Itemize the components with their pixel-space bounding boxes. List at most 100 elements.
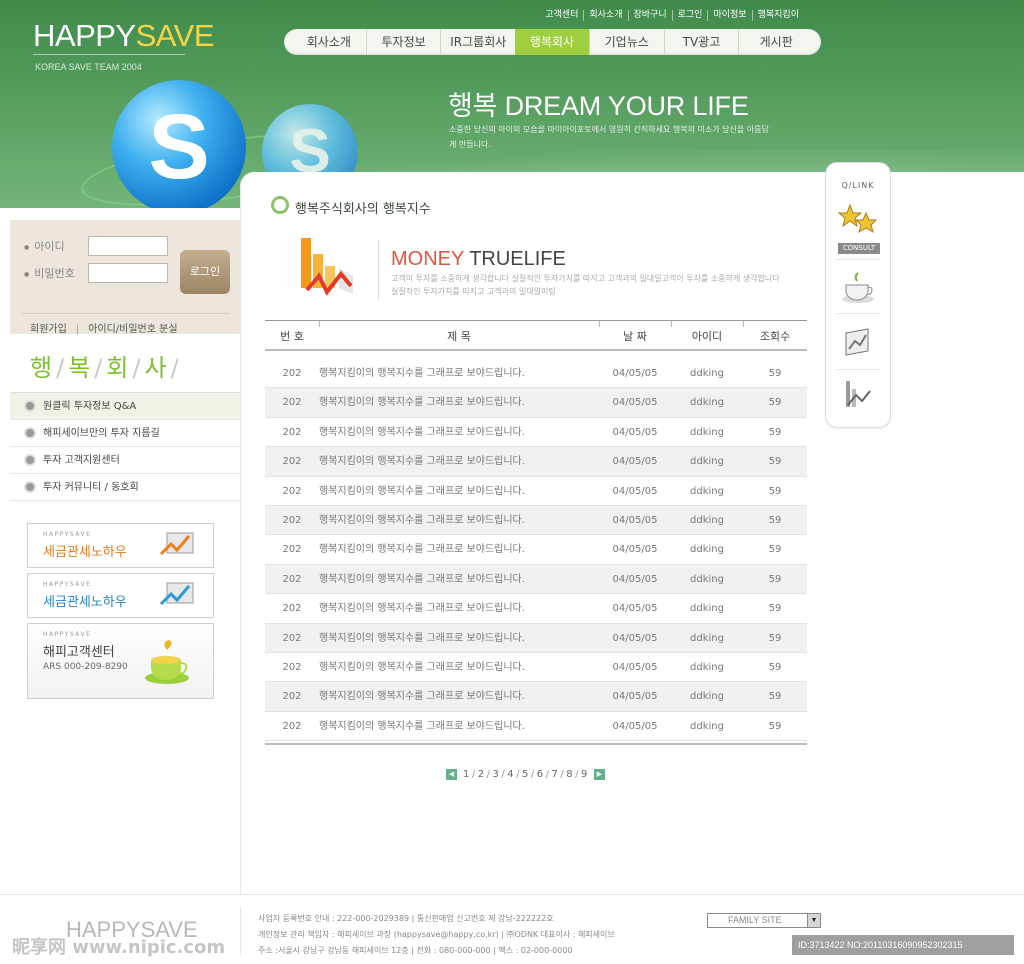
cell-date: 04/05/05 [612, 632, 658, 644]
money-description: 고객이 투자를 소중하게 생각합니다 실질적인 투자가치를 따지고 고객과의 일… [391, 274, 780, 296]
signup-link[interactable]: 회원가입 [30, 324, 67, 335]
cell-views: 59 [768, 720, 782, 732]
side-item-qna[interactable]: 원클릭 투자정보 Q&A [10, 393, 240, 420]
cell-title[interactable]: 행복지킴이의 행복지수를 그래프로 보야드립니다. [319, 565, 599, 593]
logo[interactable]: HAPPYSAVE [33, 18, 215, 54]
cell-views: 59 [768, 397, 782, 409]
table-row[interactable]: 202 행복지킴이의 행복지수를 그래프로 보야드립니다. 04/05/05 ddki… [265, 418, 807, 448]
cell-title[interactable]: 행복지킴이의 행복지수를 그래프로 보야드립니다. [319, 712, 599, 740]
table-row[interactable]: 202 행복지킴이의 행복지수를 그래프로 보야드립니다. 04/05/05 ddki… [265, 682, 807, 712]
cell-number: 202 [282, 632, 302, 644]
cell-title[interactable]: 행복지킴이의 행복지수를 그래프로 보야드립니다. [319, 506, 599, 534]
prev-page-icon[interactable]: ◀ [446, 769, 457, 780]
cell-title[interactable]: 행복지킴이의 행복지수를 그래프로 보야드립니다. [319, 682, 599, 710]
chevron-down-icon[interactable]: ▼ [807, 914, 820, 927]
side-menu: 원클릭 투자정보 Q&A 해피세이브만의 투자 지름길 투자 고객지원센터 투자… [10, 392, 240, 501]
find-account-link[interactable]: 아이디/비밀번호 분실 [67, 324, 178, 335]
col-id: 아이디 [671, 321, 743, 349]
top-link-guardian[interactable]: 행복지킴이 [751, 10, 804, 21]
table-row[interactable]: 202 행복지킴이의 행복지수를 그래프로 보야드립니다. 04/05/05 ddki… [265, 535, 807, 565]
cell-title[interactable]: 행복지킴이의 행복지수를 그래프로 보야드립니다. [319, 594, 599, 622]
banner-tax-orange[interactable]: HAPPYSAVE 세금관세노하우 [27, 523, 214, 568]
cell-title[interactable]: 행복지킴이의 행복지수를 그래프로 보야드립니다. [319, 359, 599, 387]
table-row[interactable]: 202 행복지킴이의 행복지수를 그래프로 보야드립니다. 04/05/05 ddki… [265, 359, 807, 389]
password-input[interactable] [88, 263, 168, 283]
page-number[interactable]: 8 [558, 769, 573, 780]
cell-date: 04/05/05 [612, 573, 658, 585]
nav-board[interactable]: 게시판 [738, 29, 813, 55]
cell-number: 202 [282, 426, 302, 438]
page-number[interactable]: 5 [514, 769, 529, 780]
cell-date: 04/05/05 [612, 368, 658, 379]
password-label: 비밀번호 [24, 265, 74, 281]
top-link-login[interactable]: 로그인 [671, 10, 708, 21]
banner-tax-blue[interactable]: HAPPYSAVE 세금관세노하우 [27, 573, 214, 618]
top-link-my-info[interactable]: 마이정보 [707, 10, 751, 21]
logo-underline [33, 54, 185, 55]
next-page-icon[interactable]: ▶ [593, 769, 605, 780]
side-item-shortcut[interactable]: 해피세이브만의 투자 지름길 [10, 420, 240, 447]
top-link-cart[interactable]: 장바구니 [627, 10, 672, 21]
cell-id: ddking [690, 544, 724, 556]
s-ball-icon: S [112, 80, 246, 208]
id-input[interactable] [88, 236, 168, 256]
page-number[interactable]: 3 [485, 769, 500, 780]
page-number[interactable]: 7 [544, 769, 559, 780]
nav-ir-group[interactable]: IR그룹회사 [440, 29, 515, 55]
table-row[interactable]: 202 행복지킴이의 행복지수를 그래프로 보야드립니다. 04/05/05 ddki… [265, 477, 807, 506]
consult-label[interactable]: CONSULT [838, 243, 880, 254]
cell-date: 04/05/05 [612, 456, 658, 468]
slogan: 행복 DREAM YOUR LIFE [448, 91, 749, 121]
cell-title[interactable]: 행복지킴이의 행복지수를 그래프로 보야드립니다. [319, 624, 599, 652]
nav-happy-company[interactable]: 행복회사 [515, 29, 589, 55]
table-row[interactable]: 202 행복지킴이의 행복지수를 그래프로 보야드립니다. 04/05/05 ddki… [265, 712, 807, 742]
divider [378, 240, 379, 300]
table-row[interactable]: 202 행복지킴이의 행복지수를 그래프로 보야드립니다. 04/05/05 ddki… [265, 594, 807, 624]
monitor-chart-icon[interactable] [838, 323, 878, 363]
cell-title[interactable]: 행복지킴이의 행복지수를 그래프로 보야드립니다. [319, 388, 599, 416]
table-row[interactable]: 202 행복지킴이의 행복지수를 그래프로 보야드립니다. 04/05/05 ddki… [265, 505, 807, 536]
banner-brand: HAPPYSAVE [43, 581, 92, 588]
stars-icon[interactable] [838, 201, 878, 241]
banner-customer-center[interactable]: HAPPYSAVE 해피고객센터 ARS 000-209-8290 [27, 623, 214, 699]
page-number[interactable]: 6 [529, 769, 544, 780]
nav-company[interactable]: 회사소개 [292, 29, 366, 55]
nav-investment[interactable]: 투자정보 [365, 29, 441, 55]
main-navigation: 회사소개 투자정보 IR그룹회사 행복회사 기업뉴스 TV광고 게시판 [284, 29, 821, 55]
table-row[interactable]: 202 행복지킴이의 행복지수를 그래프로 보야드립니다. 04/05/05 ddki… [265, 447, 807, 477]
cell-date: 04/05/05 [612, 544, 658, 556]
table-row[interactable]: 202 행복지킴이의 행복지수를 그래프로 보야드립니다. 04/05/05 ddki… [265, 653, 807, 683]
page-number[interactable]: 4 [499, 769, 514, 780]
coffee-cup-icon[interactable] [838, 267, 878, 307]
cell-views: 59 [768, 691, 782, 703]
page-number[interactable]: 9 [573, 769, 588, 780]
side-item-community[interactable]: 투자 커뮤니티 / 동호회 [10, 474, 240, 501]
table-row[interactable]: 202 행복지킴이의 행복지수를 그래프로 보야드립니다. 04/05/05 ddki… [265, 388, 807, 418]
table-row[interactable]: 202 행복지킴이의 행복지수를 그래프로 보야드립니다. 04/05/05 ddki… [265, 623, 807, 653]
cell-title[interactable]: 행복지킴이의 행복지수를 그래프로 보야드립니다. [319, 535, 599, 563]
cell-title[interactable]: 행복지킴이의 행복지수를 그래프로 보야드립니다. [319, 447, 599, 475]
cell-title[interactable]: 행복지킴이의 행복지수를 그래프로 보야드립니다. [319, 418, 599, 446]
top-link-customer-center[interactable]: 고객센터 [540, 10, 583, 21]
main-panel: 행복주식회사의 행복지수 MONEY TRUELIFE 고객이 투자를 소중하게… [240, 172, 1024, 894]
page-number[interactable]: 1 [463, 769, 470, 780]
page-number[interactable]: 2 [470, 769, 485, 780]
cell-title[interactable]: 행복지킴이의 행복지수를 그래프로 보야드립니다. [319, 477, 599, 505]
cell-date: 04/05/05 [612, 514, 658, 526]
table-row[interactable]: 202 행복지킴이의 행복지수를 그래프로 보야드립니다. 04/05/05 ddki… [265, 564, 807, 595]
cell-date: 04/05/05 [612, 426, 658, 438]
family-site-select[interactable]: FAMILY SITE ▼ [707, 913, 821, 928]
nav-tv-ad[interactable]: TV광고 [663, 29, 739, 55]
cell-id: ddking [690, 632, 724, 644]
cell-views: 59 [768, 603, 782, 615]
slogan-description: 소중한 당신의 아이의 모습을 마이아이포토에서 영원히 간직하세요 행복의 미… [449, 125, 769, 149]
side-item-support[interactable]: 투자 고객지원센터 [10, 447, 240, 474]
monitor-chart-icon [159, 582, 194, 606]
page-numbers: 123456789 [463, 769, 588, 780]
login-button[interactable]: 로그인 [180, 250, 230, 294]
cell-title[interactable]: 행복지킴이의 행복지수를 그래프로 보야드립니다. [319, 653, 599, 681]
nav-news[interactable]: 기업뉴스 [588, 29, 664, 55]
top-link-company[interactable]: 회사소개 [583, 10, 627, 21]
cursor-chart-icon[interactable] [838, 375, 878, 415]
cell-id: ddking [690, 368, 724, 379]
